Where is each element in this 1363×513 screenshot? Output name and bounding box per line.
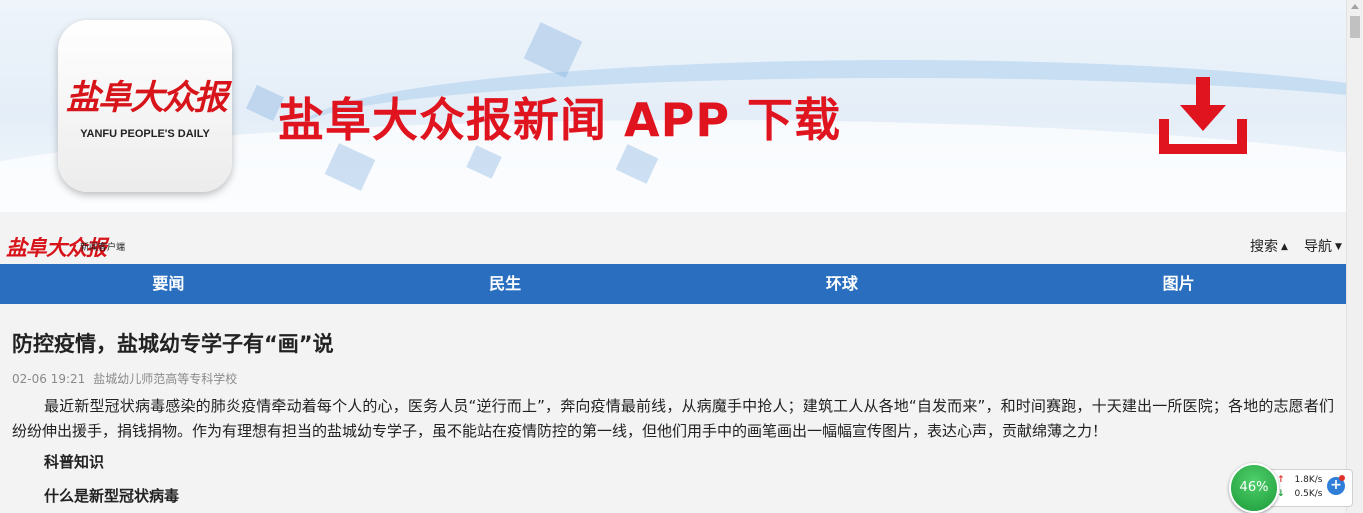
caret-down-icon: ▼ — [1335, 242, 1342, 252]
upload-speed: ↑ 1.8K/s — [1277, 475, 1322, 485]
search-toggle[interactable]: 搜索 ▲ — [1250, 236, 1288, 256]
article-subheading: 科普知识 — [44, 453, 105, 471]
app-download-banner[interactable]: 盐阜大众报 YANFU PEOPLE'S DAILY 盐阜大众报新闻 APP 下… — [0, 0, 1347, 212]
tab-tupian[interactable]: 图片 — [1010, 264, 1347, 304]
scroll-up-icon[interactable] — [1351, 4, 1359, 9]
nav-toggle[interactable]: 导航 ▼ — [1304, 236, 1342, 256]
download-arrow-icon: ↓ — [1277, 489, 1285, 499]
banner-title: 盐阜大众报新闻 APP 下载 — [278, 93, 842, 147]
tab-yaowen[interactable]: 要闻 — [0, 264, 337, 304]
download-icon[interactable] — [1158, 75, 1248, 155]
article: 防控疫情，盐城幼专学子有“画”说 02-06 19:21 盐城幼儿师范高等专科学校… — [0, 304, 1347, 513]
search-label: 搜索 — [1250, 239, 1278, 255]
upload-arrow-icon: ↑ — [1277, 475, 1285, 485]
memory-usage-badge[interactable]: 46% — [1229, 463, 1279, 513]
notification-dot — [1339, 475, 1345, 481]
main-nav: 要闻 民生 环球 图片 — [0, 264, 1347, 304]
upload-speed-value: 1.8K/s — [1294, 475, 1323, 485]
nav-label: 导航 — [1304, 239, 1332, 255]
article-meta: 02-06 19:21 盐城幼儿师范高等专科学校 — [12, 370, 237, 387]
site-header: 盐阜大众报 新闻客户端 搜索 ▲ 导航 ▼ — [0, 212, 1347, 264]
deco-cube-icon — [523, 22, 583, 78]
vertical-scrollbar[interactable] — [1346, 0, 1363, 513]
article-subheading: 什么是新型冠状病毒 — [44, 487, 180, 505]
download-speed: ↓ 0.5K/s — [1277, 489, 1322, 499]
article-title: 防控疫情，盐城幼专学子有“画”说 — [12, 332, 334, 356]
tab-minsheng[interactable]: 民生 — [337, 264, 674, 304]
download-speed-value: 0.5K/s — [1294, 489, 1323, 499]
tab-huanqiu[interactable]: 环球 — [674, 264, 1011, 304]
article-source: 盐城幼儿师范高等专科学校 — [93, 372, 238, 386]
article-date: 02-06 19:21 — [12, 372, 86, 386]
brand-subtitle: 新闻客户端 — [80, 243, 126, 253]
caret-up-icon: ▲ — [1281, 242, 1288, 252]
app-logo-icon: 盐阜大众报 YANFU PEOPLE'S DAILY — [58, 20, 232, 192]
logo-en-text: YANFU PEOPLE'S DAILY — [80, 128, 210, 140]
network-speed-widget[interactable]: 46% ↑ 1.8K/s ↓ 0.5K/s + — [1229, 463, 1353, 513]
scrollbar-thumb[interactable] — [1350, 16, 1360, 38]
logo-cn-text: 盐阜大众报 — [66, 78, 228, 118]
article-paragraph: 最近新型冠状病毒感染的肺炎疫情牵动着每个人的心，医务人员“逆行而上”，奔向疫情最… — [12, 397, 1334, 440]
